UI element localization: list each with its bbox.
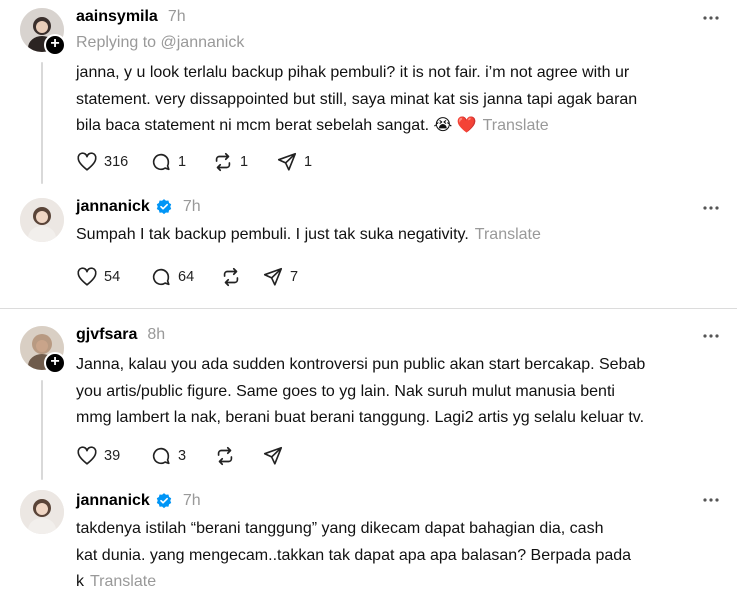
username[interactable]: jannanick [76,198,150,216]
username[interactable]: jannanick [76,492,150,510]
reply-count: 1 [178,154,187,170]
action-bar: 316 1 1 1 [76,150,336,174]
reply-post: + gjvfsara 8h Janna, kalau you ada sudde… [0,318,737,482]
more-options-icon[interactable] [701,8,721,28]
text-line: Janna, kalau you ada sudden kontroversi … [76,356,646,373]
action-bar: 39 3 [76,444,302,468]
timestamp: 8h [147,326,166,343]
repost-button[interactable]: 1 [212,151,276,173]
reply-button[interactable]: 64 [150,266,220,288]
heart-icon [77,152,97,171]
text-line-content: Sumpah I tak backup pembuli. I just tak … [76,226,469,243]
timestamp: 7h [182,492,201,509]
comment-icon [152,153,170,171]
plus-icon[interactable]: + [44,352,66,374]
text-line: takdenya istilah “berani tanggung” yang … [76,520,604,537]
more-options-icon[interactable] [701,490,721,510]
share-button[interactable] [262,445,302,467]
replying-to[interactable]: Replying to @jannanick [76,34,244,52]
text-line: you artis/public figure. Same goes to yg… [76,382,615,400]
share-button[interactable]: 7 [262,266,322,288]
action-bar: 54 64 7 [76,265,322,289]
more-options-icon[interactable] [701,326,721,346]
translate-link[interactable]: Translate [475,226,541,243]
repost-icon [223,267,239,287]
avatar[interactable] [20,198,64,242]
thread-line [41,62,43,184]
divider [0,308,737,309]
like-button[interactable]: 54 [76,266,150,288]
reply-button[interactable]: 3 [150,445,214,467]
like-count: 54 [104,269,121,285]
post-header: jannanick 7h [76,196,201,218]
post-header: aainsymila 7h [76,6,186,28]
translate-link[interactable]: Translate [483,117,549,134]
more-options-icon[interactable] [701,198,721,218]
text-line: Sumpah I tak backup pembuli. I just tak … [76,222,726,249]
verified-badge-icon [155,198,173,216]
comment-icon [152,447,170,465]
text-line: statement. very dissappointed but still,… [76,90,638,108]
username[interactable]: gjvfsara [76,326,137,344]
share-count: 1 [304,154,313,170]
heart-icon [77,446,97,465]
repost-icon [217,446,233,466]
repost-icon [215,152,231,172]
post-text: Sumpah I tak backup pembuli. I just tak … [76,222,726,249]
text-line: kat dunia. yang mengecam..takkan tak dap… [76,546,632,564]
post-header: jannanick 7h [76,490,201,512]
text-line: k Translate [76,569,726,596]
timestamp: 7h [167,8,186,25]
send-icon [263,446,283,465]
reply-count: 3 [178,448,187,464]
reply-post: jannanick 7h Sumpah I tak backup pembuli… [0,190,737,308]
post-header: gjvfsara 8h [76,324,165,346]
reply-post: jannanick 7h takdenya istilah “berani ta… [0,486,737,598]
text-line-content: bila baca statement ni mcm berat sebelah… [76,117,477,134]
plus-icon[interactable]: + [44,34,66,56]
post-text: Janna, kalau you ada sudden kontroversi … [76,352,726,432]
avatar[interactable] [20,490,64,534]
like-count: 39 [104,448,121,464]
username[interactable]: aainsymila [76,8,158,26]
like-button[interactable]: 316 [76,151,150,173]
reply-button[interactable]: 1 [150,151,212,173]
reply-post: + aainsymila 7h Replying to @jannanick j… [0,0,737,190]
send-icon [277,152,297,171]
post-text: takdenya istilah “berani tanggung” yang … [76,516,726,596]
repost-count: 1 [240,154,249,170]
like-count: 316 [104,154,129,170]
like-button[interactable]: 39 [76,445,150,467]
reply-count: 64 [178,269,195,285]
post-text: janna, y u look terlalu backup pihak pem… [76,60,726,140]
repost-button[interactable] [220,266,262,288]
text-line-content: k [76,573,84,590]
repost-button[interactable] [214,445,262,467]
text-line: bila baca statement ni mcm berat sebelah… [76,113,726,140]
heart-icon [77,267,97,286]
text-line: mmg lambert la nak, berani buat berani t… [76,409,645,426]
comment-icon [152,268,170,286]
send-icon [263,267,283,286]
translate-link[interactable]: Translate [90,573,156,590]
verified-badge-icon [155,492,173,510]
share-count: 7 [290,269,299,285]
share-button[interactable]: 1 [276,151,336,173]
text-line: janna, y u look terlalu backup pihak pem… [76,64,630,81]
thread-line [41,380,43,480]
timestamp: 7h [182,198,201,215]
